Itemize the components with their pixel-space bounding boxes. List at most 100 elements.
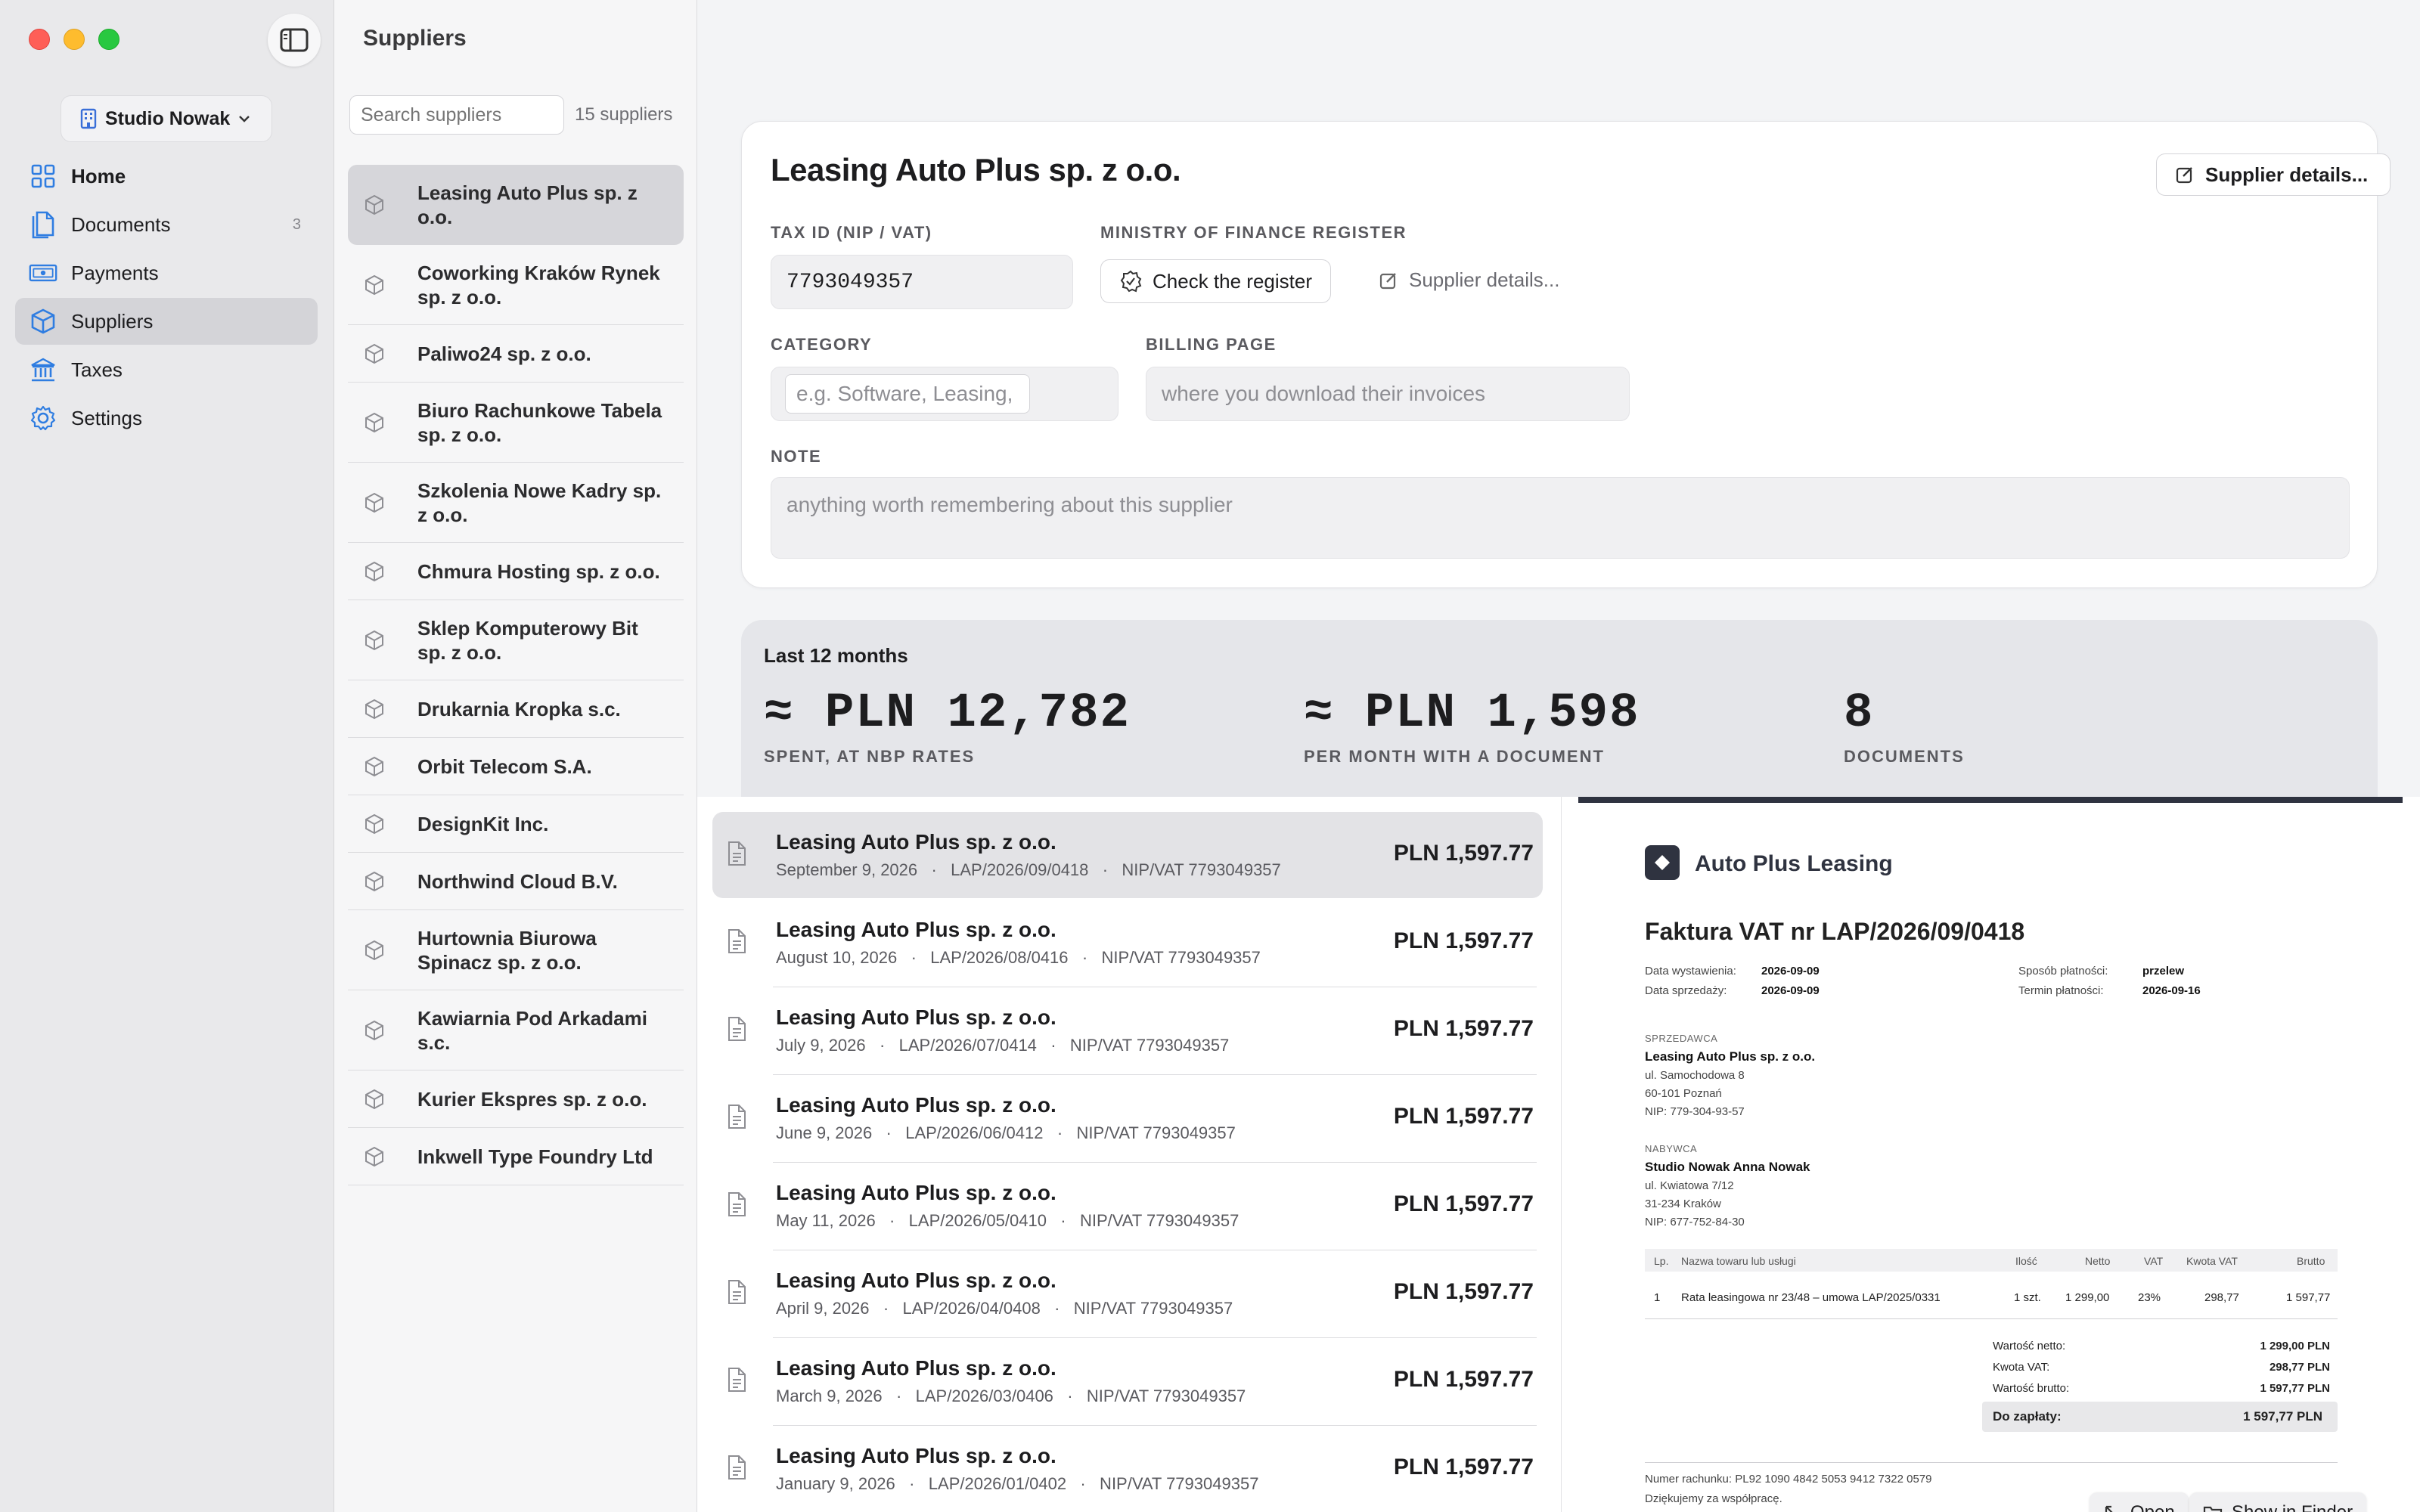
gross-total-label: Wartość brutto: — [1993, 1382, 2070, 1395]
open-label: Open — [2130, 1502, 2175, 1512]
sidebar-item-settings[interactable]: Settings — [15, 395, 318, 442]
box-icon — [363, 491, 389, 514]
document-meta: May 11, 2026 · LAP/2026/05/0410 · NIP/VA… — [776, 1211, 1239, 1230]
sidebar-toggle-button[interactable] — [268, 14, 321, 67]
box-icon — [363, 1088, 389, 1111]
supplier-list-item[interactable]: Chmura Hosting sp. z o.o. — [348, 543, 684, 600]
stat-documents-label: DOCUMENTS — [1844, 747, 1965, 766]
document-row[interactable]: Leasing Auto Plus sp. z o.o. August 10, 2… — [712, 900, 1543, 987]
show-in-finder-label: Show in Finder — [2232, 1502, 2353, 1512]
chevron-down-icon — [239, 116, 250, 122]
sidebar-item-documents[interactable]: Documents 3 — [15, 201, 318, 248]
document-icon — [726, 1104, 747, 1133]
seller-street: ul. Samochodowa 8 — [1645, 1069, 1745, 1082]
open-button[interactable]: Open — [2090, 1492, 2189, 1512]
minimize-window-button[interactable] — [64, 29, 85, 50]
stat-documents: 8 DOCUMENTS — [1844, 686, 1965, 767]
seller-name: Leasing Auto Plus sp. z o.o. — [1645, 1049, 1816, 1064]
sidebar-item-taxes[interactable]: Taxes — [15, 346, 318, 393]
note-placeholder: anything worth remembering about this su… — [786, 493, 1233, 516]
supplier-list-item[interactable]: Szkolenia Nowe Kadry sp. z o.o. — [348, 463, 684, 543]
net-total-label: Wartość netto: — [1993, 1340, 2066, 1352]
document-row[interactable]: Leasing Auto Plus sp. z o.o. September 9,… — [712, 812, 1543, 898]
tax-id-label: TAX ID (NIP / VAT) — [771, 223, 932, 242]
billing-page-field[interactable]: where you download their invoices — [1146, 367, 1630, 421]
supplier-details-link[interactable]: Supplier details... — [1379, 268, 1559, 292]
sidebar-item-suppliers[interactable]: Suppliers — [15, 298, 318, 345]
invoice-row: 1 Rata leasingowa nr 23/48 – umowa LAP/2… — [1645, 1285, 2338, 1312]
supplier-name: Drukarnia Kropka s.c. — [417, 697, 621, 720]
supplier-title: Leasing Auto Plus sp. z o.o. — [771, 152, 1181, 187]
zoom-window-button[interactable] — [98, 29, 119, 50]
supplier-list-item[interactable]: Kurier Ekspres sp. z o.o. — [348, 1070, 684, 1128]
workspace-switcher[interactable]: Studio Nowak — [60, 95, 272, 142]
show-in-finder-button[interactable]: Show in Finder — [2189, 1492, 2367, 1512]
expand-arrows-icon — [2105, 1505, 2113, 1512]
documents-icon — [29, 210, 57, 239]
edit-icon — [1379, 272, 1396, 289]
document-row[interactable]: Leasing Auto Plus sp. z o.o. July 9, 2026… — [712, 987, 1543, 1075]
category-field[interactable]: e.g. Software, Leasing, — [771, 367, 1118, 421]
invoice-logo — [1645, 845, 1680, 880]
document-row[interactable]: Leasing Auto Plus sp. z o.o. March 9, 202… — [712, 1338, 1543, 1426]
supplier-list-item[interactable]: Northwind Cloud B.V. — [348, 853, 684, 910]
vat-total-value: 298,77 PLN — [2269, 1361, 2330, 1374]
supplier-list-item[interactable]: Leasing Auto Plus sp. z o.o. — [348, 165, 684, 245]
buyer-street: ul. Kwiatowa 7/12 — [1645, 1179, 1734, 1192]
stat-spent-label: SPENT, AT NBP RATES — [764, 747, 976, 766]
invoice-footer-divider — [1645, 1462, 2338, 1463]
document-supplier: Leasing Auto Plus sp. z o.o. — [776, 918, 1056, 941]
check-register-button[interactable]: Check the register — [1100, 259, 1331, 303]
document-supplier: Leasing Auto Plus sp. z o.o. — [776, 1356, 1056, 1380]
supplier-name: Biuro Rachunkowe Tabela sp. z o.o. — [417, 398, 662, 446]
box-icon — [363, 813, 389, 835]
supplier-list-item[interactable]: Inkwell Type Foundry Ltd — [348, 1128, 684, 1185]
buyer-section-label: NABYWCA — [1645, 1143, 1698, 1154]
to-pay-label: Do zapłaty: — [1993, 1409, 2062, 1424]
banknote-icon — [29, 259, 57, 287]
payment-method-value: przelew — [2142, 965, 2185, 978]
sidebar-item-home[interactable]: Home — [15, 153, 318, 200]
category-input[interactable]: e.g. Software, Leasing, — [785, 374, 1030, 414]
workspace-name: Studio Nowak — [105, 107, 231, 129]
document-supplier: Leasing Auto Plus sp. z o.o. — [776, 1005, 1056, 1029]
supplier-name: Szkolenia Nowe Kadry sp. z o.o. — [417, 479, 662, 526]
app-window: Studio Nowak Home Documents 3 Payments S… — [0, 0, 2420, 1512]
stats-heading: Last 12 months — [764, 644, 908, 667]
document-row[interactable]: Leasing Auto Plus sp. z o.o. June 9, 2026… — [712, 1075, 1543, 1163]
document-icon — [726, 1455, 747, 1484]
document-icon — [726, 1279, 747, 1309]
note-field[interactable]: anything worth remembering about this su… — [771, 477, 2350, 559]
document-row[interactable]: Leasing Auto Plus sp. z o.o. January 9, 2… — [712, 1426, 1543, 1512]
invoice-preview: Auto Plus Leasing Faktura VAT nr LAP/202… — [1561, 797, 2420, 1512]
tax-id-field[interactable]: 7793049357 — [771, 255, 1073, 309]
box-icon — [363, 342, 389, 365]
supplier-list-item[interactable]: Orbit Telecom S.A. — [348, 738, 684, 795]
document-row[interactable]: Leasing Auto Plus sp. z o.o. April 9, 202… — [712, 1250, 1543, 1338]
close-window-button[interactable] — [29, 29, 50, 50]
stat-spent: ≈ PLN 12,782 SPENT, AT NBP RATES — [764, 686, 1131, 767]
vat-total-label: Kwota VAT: — [1993, 1361, 2050, 1374]
sidebar-item-label: Home — [71, 164, 126, 187]
supplier-list-item[interactable]: Paliwo24 sp. z o.o. — [348, 325, 684, 383]
edit-icon — [2176, 167, 2192, 184]
supplier-list-item[interactable]: Biuro Rachunkowe Tabela sp. z o.o. — [348, 383, 684, 463]
supplier-list-item[interactable]: Coworking Kraków Rynek sp. z o.o. — [348, 245, 684, 325]
supplier-details-button[interactable]: Supplier details... — [2156, 153, 2391, 196]
supplier-list-item[interactable]: Hurtownia Biurowa Spinacz sp. z o.o. — [348, 910, 684, 990]
document-row[interactable]: Leasing Auto Plus sp. z o.o. May 11, 2026… — [712, 1163, 1543, 1250]
search-input[interactable] — [349, 95, 564, 135]
sidebar-item-label: Payments — [71, 261, 159, 284]
buyer-name: Studio Nowak Anna Nowak — [1645, 1160, 1810, 1174]
box-icon — [363, 1019, 389, 1042]
supplier-list-item[interactable]: Kawiarnia Pod Arkadami s.c. — [348, 990, 684, 1070]
box-icon — [363, 274, 389, 296]
building-icon — [80, 108, 97, 129]
supplier-list-item[interactable]: DesignKit Inc. — [348, 795, 684, 853]
sidebar-item-label: Settings — [71, 406, 142, 429]
sidebar-item-payments[interactable]: Payments — [15, 249, 318, 296]
supplier-name: Kurier Ekspres sp. z o.o. — [417, 1087, 647, 1111]
seller-nip: NIP: 779-304-93-57 — [1645, 1105, 1745, 1118]
supplier-list-item[interactable]: Sklep Komputerowy Bit sp. z o.o. — [348, 600, 684, 680]
supplier-list-item[interactable]: Drukarnia Kropka s.c. — [348, 680, 684, 738]
